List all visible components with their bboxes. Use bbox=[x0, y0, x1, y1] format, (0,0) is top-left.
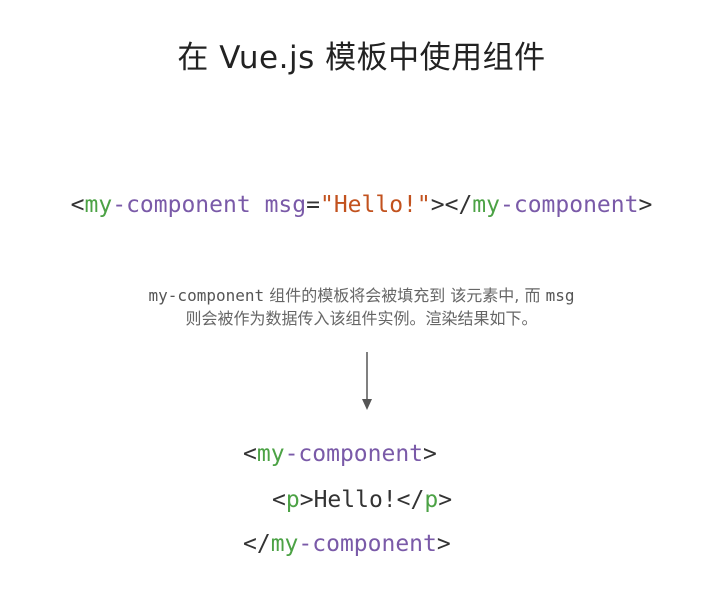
attribute-value: "Hello!" bbox=[319, 192, 431, 218]
p-end-bracket: > bbox=[438, 487, 453, 513]
close-open-bracket: ></ bbox=[430, 192, 473, 218]
p-content: >Hello!</ bbox=[299, 487, 425, 513]
description-text-1: 组件的模板将会被填充到 该元素中, 而 bbox=[264, 286, 546, 305]
output-end-tag-suffix: -component bbox=[298, 531, 437, 557]
description-code-msg: msg bbox=[545, 286, 575, 305]
end-bracket: > bbox=[638, 192, 653, 218]
description-code-component: my-component bbox=[148, 286, 265, 305]
attribute-name: msg bbox=[264, 192, 307, 218]
diagram-title: 在 Vue.js 模板中使用组件 bbox=[177, 40, 546, 76]
output-line-1: <my-component> bbox=[243, 441, 437, 467]
open-bracket: < bbox=[70, 192, 85, 218]
end-tag-name-suffix: -component bbox=[500, 192, 639, 218]
description: my-component 组件的模板将会被填充到 该元素中, 而 msg 则会被… bbox=[0, 284, 723, 330]
output-tag-suffix: -component bbox=[284, 441, 424, 467]
end-tag-name-prefix: my bbox=[472, 192, 500, 218]
output-end-close-bracket: > bbox=[436, 531, 451, 557]
p-tag: p bbox=[285, 487, 300, 513]
output-line-2: <p>Hello!</p> bbox=[272, 487, 452, 513]
output-close-bracket: > bbox=[423, 441, 437, 467]
tag-name-prefix: my bbox=[84, 192, 113, 218]
p-open-bracket: < bbox=[272, 487, 286, 513]
template-usage-line: <my-component msg="Hello!"></my-componen… bbox=[0, 192, 723, 218]
output-end-tag-prefix: my bbox=[270, 531, 299, 557]
equals-sign: = bbox=[306, 192, 320, 218]
output-open-bracket: < bbox=[243, 441, 257, 467]
output-end-open-bracket: </ bbox=[243, 531, 271, 557]
output-tag-prefix: my bbox=[256, 441, 285, 467]
description-line-1: my-component 组件的模板将会被填充到 该元素中, 而 msg bbox=[0, 284, 723, 307]
description-line-2: 则会被作为数据传入该组件实例。渲染结果如下。 bbox=[185, 309, 538, 328]
tag-name-suffix: -component bbox=[112, 192, 251, 218]
output-line-3: </my-component> bbox=[243, 531, 451, 557]
p-end-tag: p bbox=[424, 487, 439, 513]
down-arrow-icon bbox=[362, 352, 372, 410]
